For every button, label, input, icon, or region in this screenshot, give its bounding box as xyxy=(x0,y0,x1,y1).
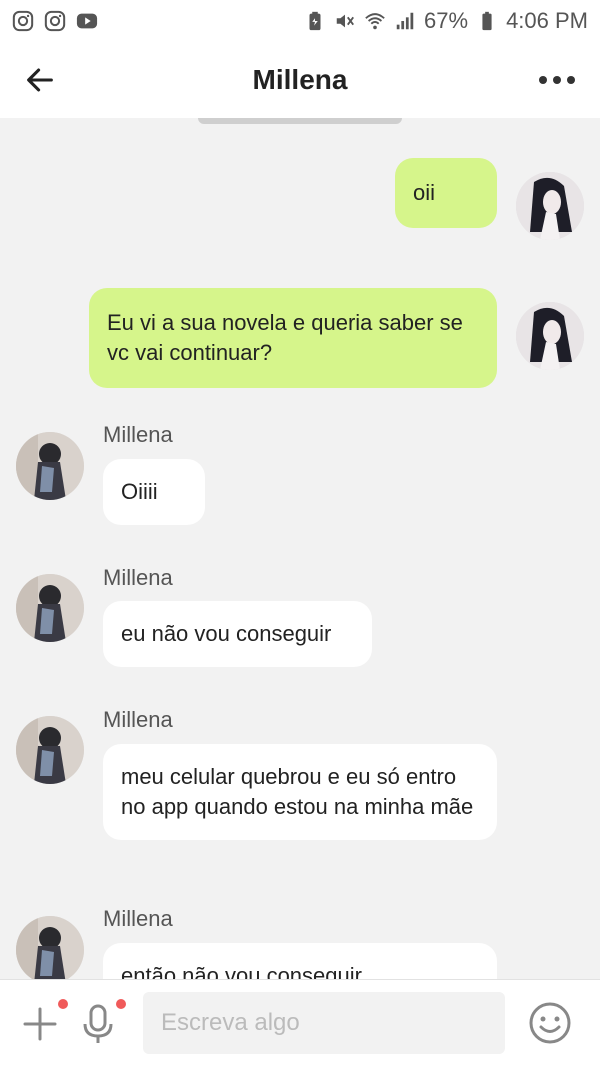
youtube-icon xyxy=(76,13,98,29)
avatar-image xyxy=(516,302,584,370)
my-avatar[interactable] xyxy=(516,172,584,240)
arrow-left-icon xyxy=(27,68,53,92)
mute-icon xyxy=(336,14,354,28)
signal-icon xyxy=(396,12,414,30)
chat-header: Millena xyxy=(0,42,600,118)
avatar-image xyxy=(16,574,84,642)
plus-icon xyxy=(23,1007,57,1041)
incoming-message[interactable]: Oiiii xyxy=(103,459,205,525)
clock: 4:06 PM xyxy=(506,8,588,33)
message-input-bar xyxy=(0,979,600,1067)
battery-icon xyxy=(482,11,492,31)
avatar-image xyxy=(16,916,84,979)
emoji-icon xyxy=(529,1002,571,1044)
contact-avatar[interactable] xyxy=(16,432,84,500)
emoji-button[interactable] xyxy=(527,1000,573,1046)
battery-percent: 67% xyxy=(424,8,469,33)
more-options-button[interactable] xyxy=(536,64,578,96)
status-bar-left xyxy=(12,10,98,32)
message-text: Eu vi a sua novela e queria saber se vc … xyxy=(107,310,463,365)
back-button[interactable] xyxy=(20,60,60,100)
more-dots-icon xyxy=(539,76,547,84)
notification-dot xyxy=(58,999,68,1009)
battery-saver-icon xyxy=(309,11,321,31)
incoming-message[interactable]: eu não vou conseguir xyxy=(103,601,372,667)
contact-avatar[interactable] xyxy=(16,716,84,784)
message-input[interactable] xyxy=(143,992,505,1054)
incoming-message[interactable]: então não vou conseguir xyxy=(103,943,497,979)
message-text: eu não vou conseguir xyxy=(121,621,332,646)
notification-dot xyxy=(116,999,126,1009)
outgoing-message[interactable]: oii xyxy=(395,158,497,228)
outgoing-message[interactable]: Eu vi a sua novela e queria saber se vc … xyxy=(89,288,497,388)
avatar-image xyxy=(16,432,84,500)
sender-name: Millena xyxy=(103,565,173,590)
status-bar: 67% 4:06 PM xyxy=(0,0,600,42)
message-text: Oiiii xyxy=(121,479,158,504)
wifi-icon xyxy=(365,13,385,30)
contact-avatar[interactable] xyxy=(16,916,84,979)
my-avatar[interactable] xyxy=(516,302,584,370)
avatar-image xyxy=(516,172,584,240)
page-title: Millena xyxy=(252,64,348,95)
status-bar-right: 67% 4:06 PM xyxy=(304,8,588,34)
chat-area[interactable]: oii Eu vi a sua novela e queria saber se… xyxy=(0,124,600,979)
microphone-icon xyxy=(83,1004,113,1043)
avatar-image xyxy=(16,716,84,784)
message-text: então não vou conseguir xyxy=(121,963,362,979)
sender-name: Millena xyxy=(103,707,173,732)
contact-avatar[interactable] xyxy=(16,574,84,642)
voice-message-button[interactable] xyxy=(80,1002,116,1046)
incoming-message[interactable]: meu celular quebrou e eu só entro no app… xyxy=(103,744,497,840)
sender-name: Millena xyxy=(103,906,173,931)
add-attachment-button[interactable] xyxy=(20,1004,60,1044)
message-text: meu celular quebrou e eu só entro no app… xyxy=(121,764,474,819)
sender-name: Millena xyxy=(103,422,173,447)
instagram-icon xyxy=(44,10,66,32)
instagram-icon xyxy=(12,10,34,32)
message-text: oii xyxy=(413,180,436,205)
